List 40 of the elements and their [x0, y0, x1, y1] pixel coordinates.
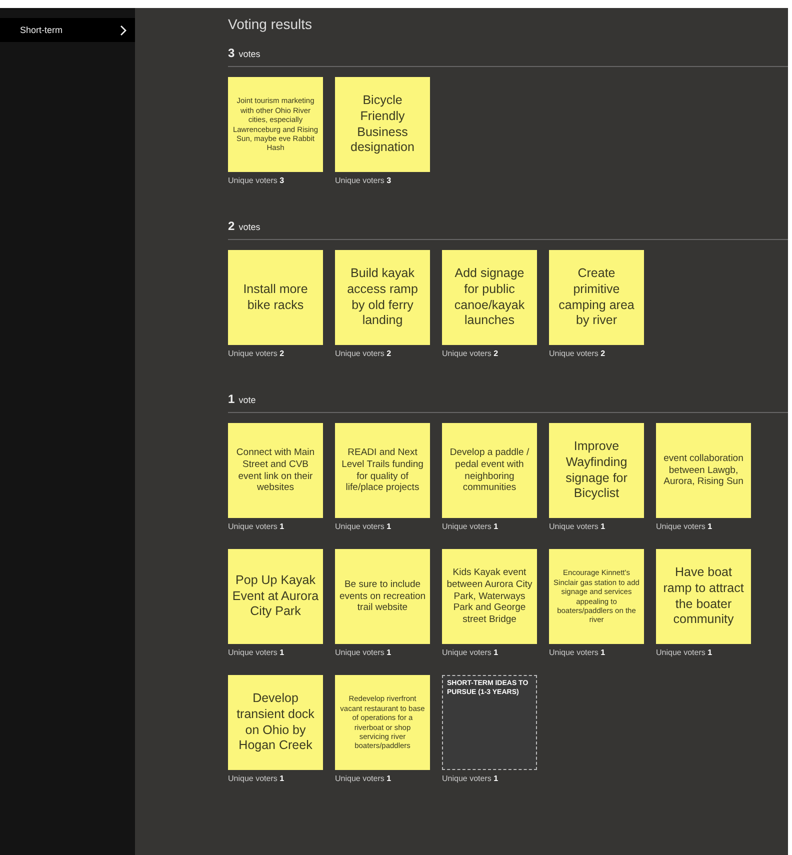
sticky-note: Develop a paddle / pedal event with neighboring communities — [442, 423, 537, 518]
unique-voters-label: Unique voters 1 — [335, 522, 392, 531]
sticky-note: Improve Wayfinding signage for Bicyclist — [549, 423, 644, 518]
sticky-note: Create primitive camping area by river — [549, 250, 644, 345]
unique-voters-label: Unique voters 1 — [549, 648, 606, 657]
sticky-note: Add signage for public canoe/kayak launches — [442, 250, 537, 345]
sticky-note: Pop Up Kayak Event at Aurora City Park — [228, 549, 323, 644]
chevron-icon — [120, 24, 127, 36]
unique-voters-label: Unique voters 2 — [442, 349, 500, 358]
sticky-note: Kids Kayak event between Aurora City Park, Waterways Park and George street Bridge — [442, 549, 537, 644]
unique-voters-label: Unique voters 1 — [335, 648, 392, 657]
vote-count-heading: 2 votes — [228, 219, 788, 240]
sticky-note: Build kayak access ramp by old ferry landing — [335, 250, 430, 345]
unique-voters-label: Unique voters 1 — [442, 648, 500, 657]
sticky-note: Have boat ramp to attract the boater community — [656, 549, 751, 644]
sticky-note: event collaboration between Lawgb, Aurora, Rising Sun — [656, 423, 751, 518]
unique-voters-label: Unique voters 2 — [335, 349, 392, 358]
unique-voters-label: Unique voters 1 — [656, 648, 714, 657]
unique-voters-label: Unique voters 3 — [335, 176, 392, 185]
sidebar-item[interactable]: Short-term — [0, 18, 135, 42]
unique-voters-label: Unique voters 1 — [656, 522, 714, 531]
unique-voters-label: Unique voters 1 — [442, 522, 500, 531]
sticky-note: Install more bike racks — [228, 250, 323, 345]
unique-voters-label: Unique voters 2 — [549, 349, 606, 358]
sticky-note: Be sure to include events on recreation trail website — [335, 549, 430, 644]
unique-voters-label: Unique voters 1 — [549, 522, 606, 531]
unique-voters-label: Unique voters 1 — [228, 522, 286, 531]
unique-voters-label: Unique voters 2 — [228, 349, 286, 358]
vote-count-heading: 1 vote — [228, 392, 788, 413]
unique-voters-label: Unique voters 1 — [442, 774, 500, 783]
panel-title: Voting results — [228, 16, 314, 32]
unique-voters-label: Unique voters 1 — [228, 774, 286, 783]
sticky-note: READI and Next Level Trails funding for quality of life/place projects — [335, 423, 430, 518]
sticky-note: Bicycle Friendly Business designation — [335, 77, 430, 172]
sticky-note: Develop transient dock on Ohio by Hogan Creek — [228, 675, 323, 770]
sticky-note: Connect with Main Street and CVB event link on their websites — [228, 423, 323, 518]
unique-voters-label: Unique voters 1 — [335, 774, 392, 783]
unique-voters-label: Unique voters 1 — [228, 648, 286, 657]
unique-voters-label: Unique voters 3 — [228, 176, 286, 185]
vote-count-heading: 3 votes — [228, 46, 788, 67]
